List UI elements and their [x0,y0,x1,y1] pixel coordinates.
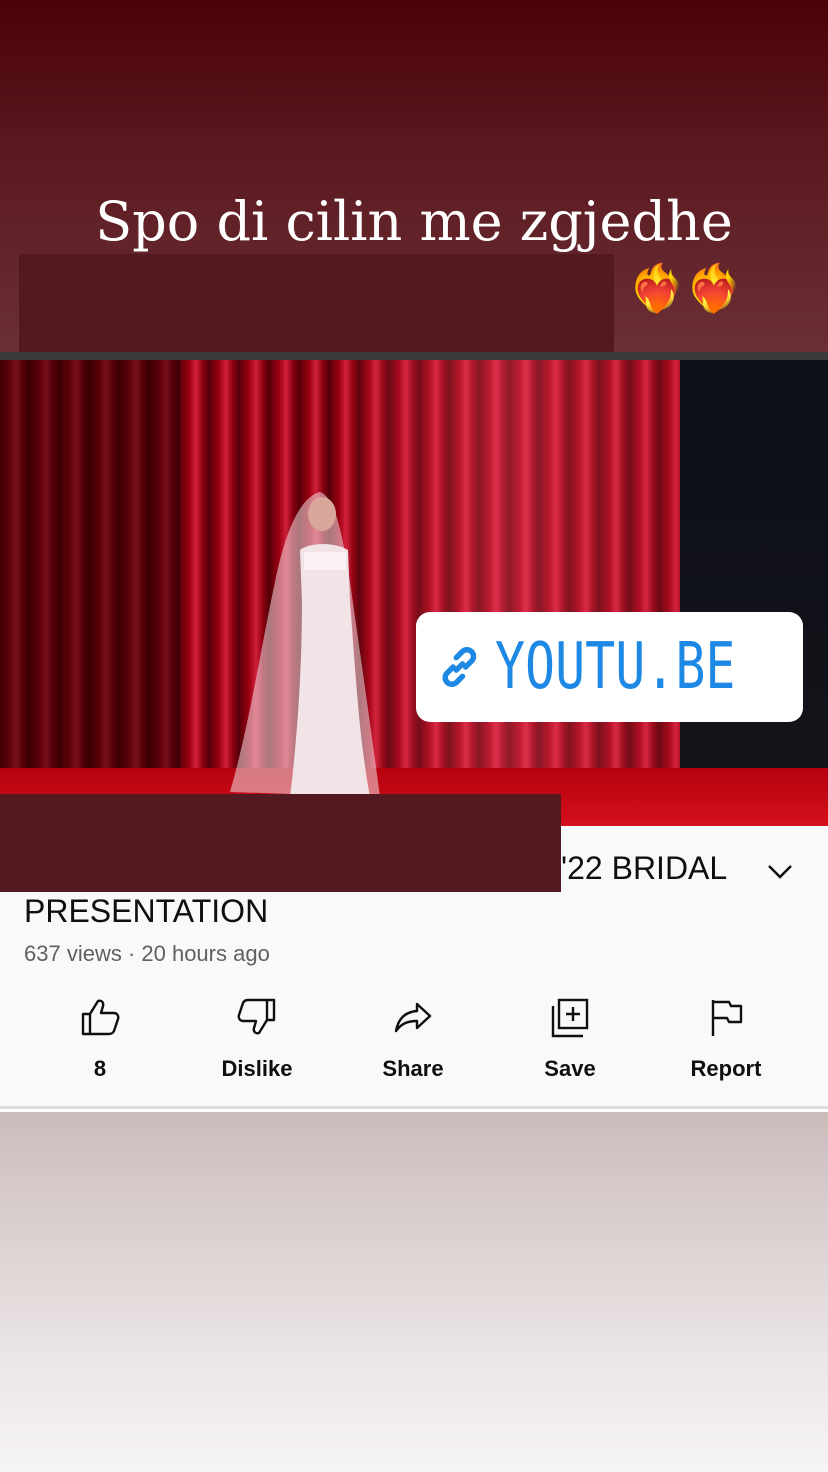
flag-icon [711,1000,743,1036]
report-button[interactable]: Report [648,996,804,1082]
dislike-button[interactable]: Dislike [179,996,335,1082]
video-meta: 637 views · 20 hours ago [24,941,270,966]
heart-on-fire-emoji: ❤️‍🔥❤️‍🔥 [628,262,743,314]
link-label: YOUTU.BE [494,630,736,704]
video-thumbnail[interactable]: YOUTU.BE [0,360,828,826]
like-button[interactable]: 8 [22,996,178,1082]
save-button[interactable]: Save [492,996,648,1082]
save-to-playlist-icon [551,998,589,1038]
report-label: Report [690,1056,762,1081]
action-row: 8 Dislike Share Save Report [0,996,828,1096]
redaction-block [19,254,614,352]
divider [0,352,828,360]
bride-figure [230,492,380,797]
video-title[interactable]: '22 BRIDAL [561,850,727,887]
divider [0,1106,828,1109]
link-icon [442,647,477,687]
thumbs-up-icon [81,999,120,1036]
story-caption: Spo di cilin me zgjedhe [95,190,733,253]
save-label: Save [544,1056,596,1081]
share-label: Share [382,1056,444,1081]
share-icon [394,1002,432,1033]
link-sticker[interactable]: YOUTU.BE [416,612,803,722]
video-title-line2[interactable]: PRESENTATION [24,893,268,930]
backstage-dark [680,360,828,826]
curtain-shadow [0,360,180,800]
dislike-label: Dislike [221,1056,293,1081]
like-count: 8 [93,1056,107,1081]
story-background-bottom [0,1112,828,1472]
share-button[interactable]: Share [335,996,491,1082]
thumbs-down-icon [237,998,276,1035]
chevron-down-icon[interactable] [764,858,796,884]
redaction-block [0,794,561,892]
